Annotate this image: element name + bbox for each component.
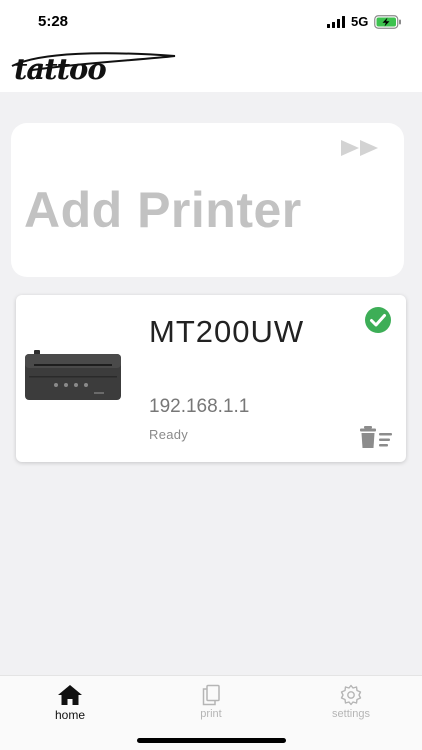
printer-card[interactable]: MT200UW 192.168.1.1 Ready: [16, 295, 406, 462]
tab-home-label: home: [54, 708, 86, 722]
network-label: 5G: [351, 14, 369, 29]
fast-forward-icon: [341, 140, 378, 156]
tab-settings[interactable]: settings: [306, 684, 396, 720]
status-bar: 5:28 5G: [0, 0, 422, 44]
home-indicator: [137, 738, 286, 743]
settings-icon: [340, 684, 362, 706]
tab-settings-label: settings: [332, 708, 370, 720]
battery-charging-icon: [374, 15, 401, 29]
printer-status: Ready: [149, 427, 189, 442]
status-time: 5:28: [38, 13, 69, 30]
add-printer-card[interactable]: Add Printer: [11, 123, 404, 277]
app-logo: tattoo: [11, 52, 176, 86]
connected-check-icon: [365, 307, 391, 333]
printer-name: MT200UW: [149, 314, 305, 349]
app-header: tattoo: [0, 44, 422, 92]
tab-print-label: print: [200, 708, 222, 720]
tab-home[interactable]: home: [25, 684, 115, 722]
print-icon: [202, 684, 220, 706]
printer-image: [25, 350, 121, 400]
svg-text:tattoo: tattoo: [14, 52, 106, 86]
home-icon: [58, 685, 82, 705]
printer-ip: 192.168.1.1: [149, 396, 250, 417]
delete-icon[interactable]: [360, 425, 392, 449]
tab-print[interactable]: print: [166, 684, 256, 720]
add-printer-label: Add Printer: [24, 182, 302, 238]
signal-icon: [327, 16, 345, 28]
